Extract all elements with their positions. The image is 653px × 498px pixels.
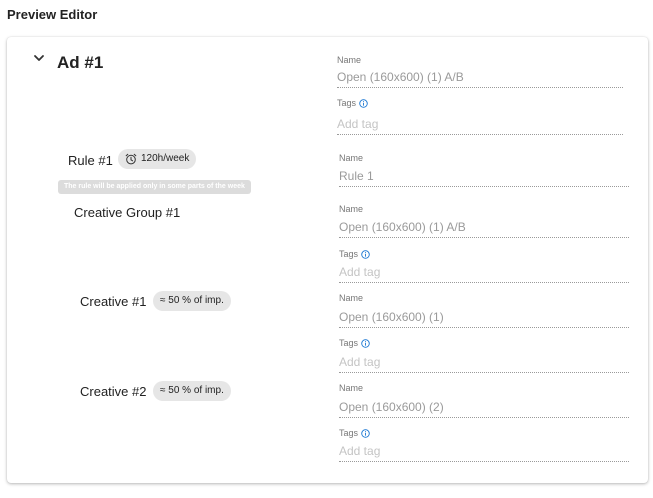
creative-name-field[interactable]: Open (160x600) (1) xyxy=(339,306,629,328)
creative-label: Creative #1 xyxy=(80,294,147,309)
ad-title: Ad #1 xyxy=(57,53,104,72)
impression-share-chip[interactable]: ≈ 50 % of imp. xyxy=(153,291,231,311)
creative-group-name-field[interactable]: Open (160x600) (1) A/B xyxy=(339,216,629,238)
creative-group-tags-label: Tags xyxy=(339,249,370,259)
impression-share-chip[interactable]: ≈ 50 % of imp. xyxy=(153,381,231,401)
creative-tags-input[interactable]: Add tag xyxy=(339,440,629,462)
ad-tags-label: Tags xyxy=(337,98,368,108)
rule-label: Rule #1 xyxy=(68,153,113,168)
creative-tags-label: Tags xyxy=(339,428,370,438)
creative-label: Creative #2 xyxy=(80,384,147,399)
chevron-down-icon[interactable] xyxy=(32,51,46,65)
creative-group-label: Creative Group #1 xyxy=(74,205,181,220)
creative-tags-label: Tags xyxy=(339,338,370,348)
info-icon[interactable] xyxy=(359,98,368,108)
alarm-clock-icon xyxy=(125,153,137,165)
rule-hint-tooltip: The rule will be applied only in some pa… xyxy=(58,180,251,194)
creative-name-field[interactable]: Open (160x600) (2) xyxy=(339,396,629,418)
ad-tags-input[interactable]: Add tag xyxy=(337,113,623,135)
info-icon[interactable] xyxy=(361,249,370,259)
info-icon[interactable] xyxy=(361,338,370,348)
info-icon[interactable] xyxy=(361,428,370,438)
ad-name-label: Name xyxy=(337,55,362,65)
rule-name-field[interactable]: Rule 1 xyxy=(339,165,629,187)
creative-name-label: Name xyxy=(339,293,364,303)
rule-schedule-chip[interactable]: 120h/week xyxy=(118,149,197,169)
page-title: Preview Editor xyxy=(7,7,98,22)
rule-name-label: Name xyxy=(339,153,364,163)
creative-tags-input[interactable]: Add tag xyxy=(339,351,629,373)
ad-name-field[interactable]: Open (160x600) (1) A/B xyxy=(337,66,623,88)
creative-name-label: Name xyxy=(339,383,364,393)
creative-group-name-label: Name xyxy=(339,204,364,214)
ad-card: Ad #1 Name Open (160x600) (1) A/B Tags A… xyxy=(7,37,648,483)
creative-group-tags-input[interactable]: Add tag xyxy=(339,261,629,283)
